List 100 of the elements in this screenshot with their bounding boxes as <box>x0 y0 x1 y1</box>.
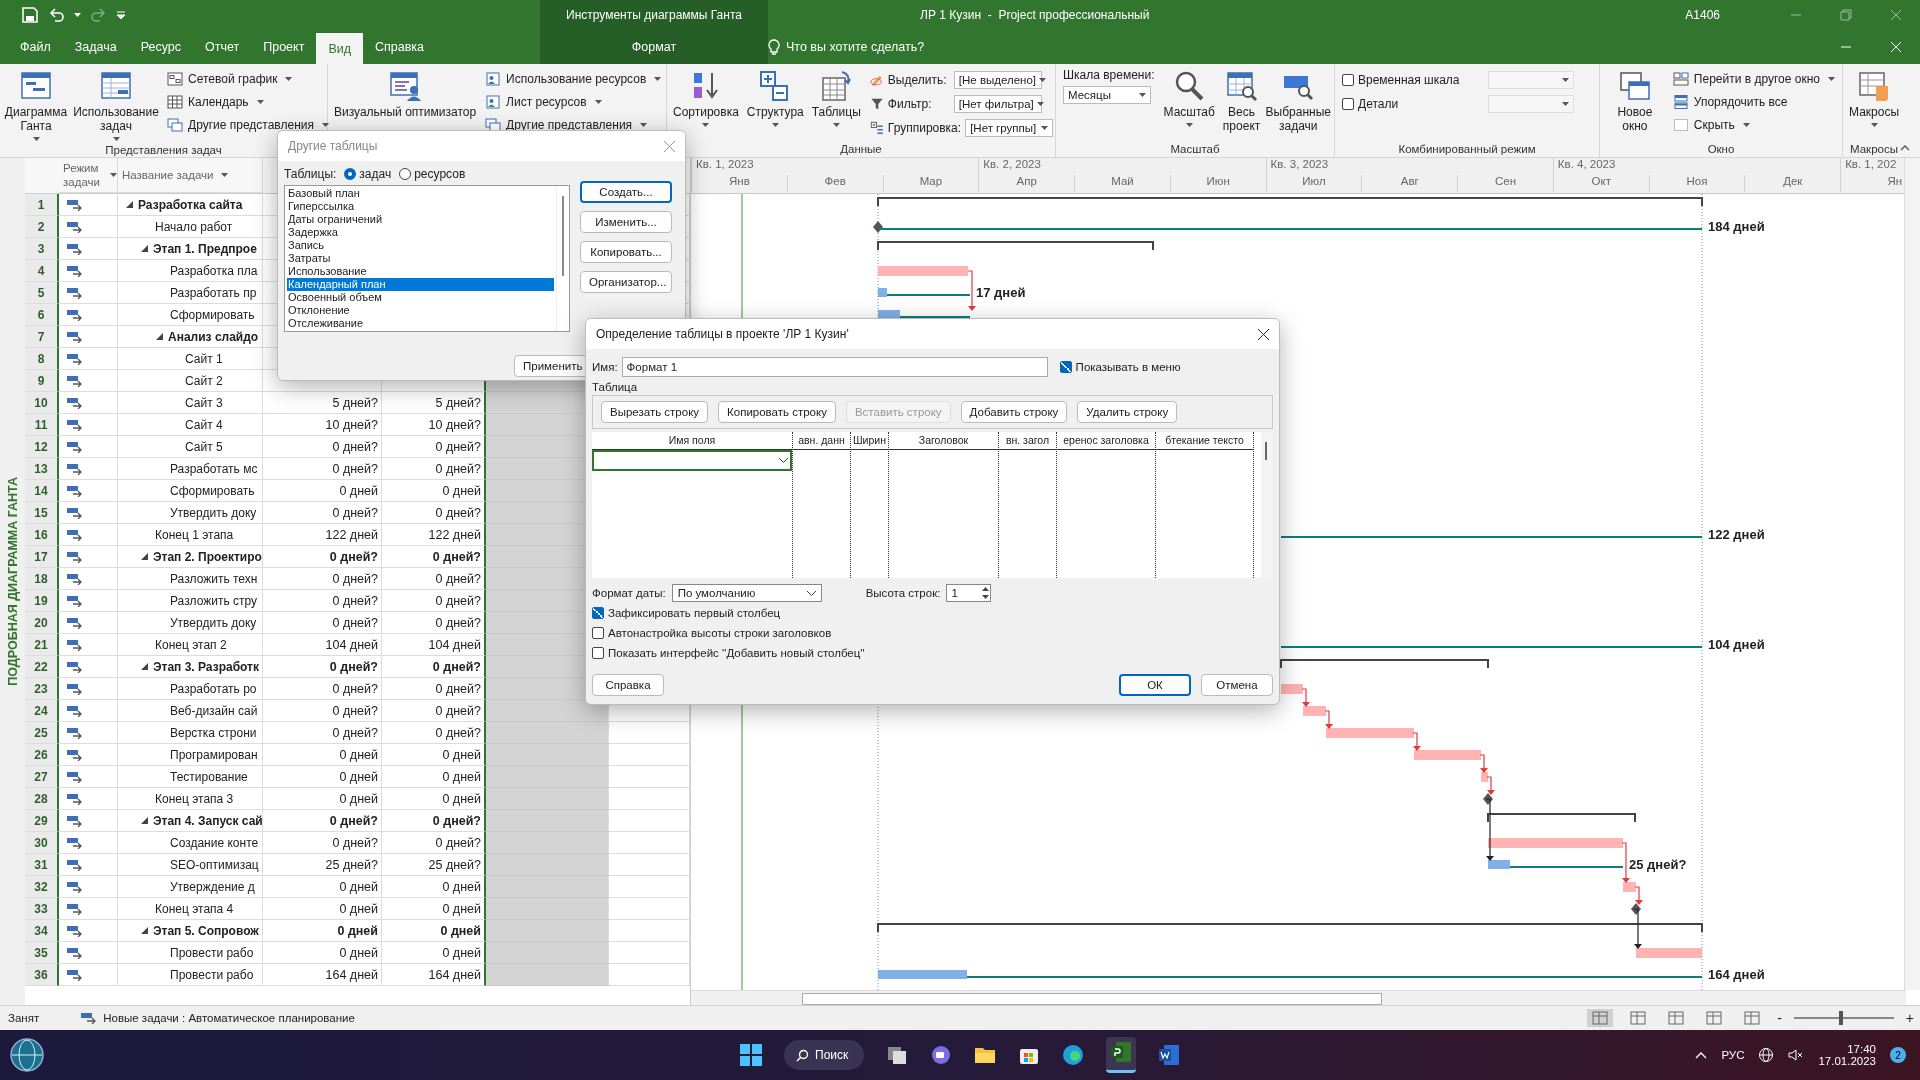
checkbox[interactable] <box>592 606 604 619</box>
tell-me-search[interactable]: Что вы хотите сделать? <box>768 30 925 64</box>
notification-badge[interactable]: 2 <box>1890 1047 1906 1063</box>
chat-icon[interactable] <box>930 1044 952 1066</box>
row-number[interactable]: 27 <box>25 766 59 788</box>
dialog-button[interactable]: Создать... <box>580 181 672 203</box>
ribbon-button[interactable]: Лист ресурсов <box>485 91 662 113</box>
ribbon-button[interactable]: Использование задач <box>71 68 161 143</box>
list-item[interactable]: Использование <box>287 265 554 278</box>
list-item[interactable]: Календарный план <box>287 278 554 291</box>
dialog-button[interactable]: Копировать... <box>580 241 672 263</box>
row-number[interactable]: 35 <box>25 942 59 964</box>
ribbon-button[interactable]: Новое окно <box>1603 68 1667 135</box>
row-number[interactable]: 15 <box>25 502 59 524</box>
row-number[interactable]: 14 <box>25 480 59 502</box>
task-view-icon[interactable] <box>886 1044 908 1066</box>
speaker-muted-icon[interactable] <box>1788 1047 1805 1063</box>
row-number[interactable]: 36 <box>25 964 59 986</box>
radio-button[interactable] <box>399 168 412 180</box>
ribbon-tab[interactable]: Проект <box>251 30 317 64</box>
project-app-icon[interactable] <box>1110 1041 1132 1063</box>
ribbon-button[interactable]: Выбранные задачи <box>1265 68 1332 135</box>
language-indicator[interactable]: РУС <box>1721 1049 1745 1061</box>
ribbon-button[interactable]: Упорядочить все <box>1672 91 1835 113</box>
dropdown[interactable]: [Нет фильтра] <box>953 94 1042 113</box>
collapse-triangle-icon[interactable] <box>141 927 148 934</box>
ribbon-tab[interactable]: Файл <box>8 30 63 64</box>
row-number[interactable]: 21 <box>25 634 59 656</box>
ribbon-button[interactable]: Скрыть <box>1672 114 1835 136</box>
collapse-ribbon-icon[interactable] <box>1900 145 1910 151</box>
ribbon-tab[interactable]: Ресурс <box>128 30 193 64</box>
ribbon-tab[interactable]: Справка <box>363 30 437 64</box>
ribbon-button[interactable]: Использование ресурсов <box>485 68 662 90</box>
row-number[interactable]: 26 <box>25 744 59 766</box>
row-number[interactable]: 13 <box>25 458 59 480</box>
ribbon-tab[interactable]: Отчет <box>193 30 252 64</box>
view-icon[interactable] <box>1587 1009 1614 1027</box>
clock-date[interactable]: 17.01.2023 <box>1818 1055 1876 1067</box>
name-field[interactable]: Формат 1 <box>621 357 1048 377</box>
close-icon[interactable] <box>1258 328 1269 340</box>
globe-icon[interactable] <box>10 1038 44 1072</box>
row-number[interactable]: 34 <box>25 920 59 942</box>
dialog-button[interactable]: Изменить... <box>580 211 672 233</box>
zoom-out-button[interactable]: - <box>1777 1010 1782 1026</box>
checkbox[interactable] <box>592 626 604 639</box>
ribbon-button[interactable]: Сортировка <box>670 68 742 129</box>
row-number[interactable]: 4 <box>25 260 59 282</box>
collapse-triangle-icon[interactable] <box>141 553 148 560</box>
ribbon-button[interactable]: Макросы <box>1846 68 1903 129</box>
row-number[interactable]: 7 <box>25 326 59 348</box>
checkbox[interactable] <box>1342 73 1354 86</box>
row-number[interactable]: 16 <box>25 524 59 546</box>
row-number[interactable]: 20 <box>25 612 59 634</box>
checkbox[interactable] <box>1059 361 1072 373</box>
collapse-triangle-icon[interactable] <box>141 663 148 670</box>
dialog-button[interactable]: Организатор... <box>580 271 672 293</box>
list-item[interactable]: Отклонение <box>287 304 554 317</box>
row-number[interactable]: 6 <box>25 304 59 326</box>
column-header[interactable]: бтекание тексто <box>1156 432 1253 450</box>
row-number[interactable]: 9 <box>25 370 59 392</box>
zoom-in-button[interactable]: + <box>1905 1010 1914 1026</box>
ribbon-button[interactable]: Другие представления <box>167 114 329 136</box>
word-app-icon[interactable] <box>1158 1044 1180 1066</box>
row-number[interactable]: 3 <box>25 238 59 260</box>
row-number[interactable]: 10 <box>25 392 59 414</box>
row-number[interactable]: 25 <box>25 722 59 744</box>
row-number[interactable]: 2 <box>25 216 59 238</box>
collapse-triangle-icon[interactable] <box>141 817 148 824</box>
customize-icon[interactable] <box>117 11 125 19</box>
row-number[interactable]: 19 <box>25 590 59 612</box>
row-number[interactable]: 30 <box>25 832 59 854</box>
dialog-button[interactable]: Справка <box>592 674 664 696</box>
column-header[interactable]: Режим задачи <box>59 158 118 193</box>
list-item[interactable]: Отслеживание <box>287 317 554 330</box>
dialog-button[interactable]: Отмена <box>1201 674 1273 696</box>
row-number[interactable]: 24 <box>25 700 59 722</box>
dialog-button[interactable]: Копировать строку <box>718 401 836 423</box>
save-icon[interactable] <box>22 7 38 23</box>
row-number[interactable]: 11 <box>25 414 59 436</box>
collapse-triangle-icon[interactable] <box>126 201 133 208</box>
row-number[interactable]: 18 <box>25 568 59 590</box>
checkbox[interactable] <box>592 646 604 659</box>
collapse-triangle-icon[interactable] <box>156 333 163 340</box>
list-item[interactable]: Задержка <box>287 226 554 239</box>
scrollbar[interactable] <box>1904 158 1920 990</box>
row-number[interactable]: 28 <box>25 788 59 810</box>
caret-icon[interactable] <box>74 13 81 17</box>
list-item[interactable]: Освоенный объем <box>287 291 554 304</box>
ribbon-button[interactable]: Диаграмма Ганта <box>3 68 69 143</box>
dialog-button[interactable]: Добавить строку <box>960 401 1068 423</box>
ribbon-button[interactable]: Структура <box>743 68 807 129</box>
ribbon-button[interactable]: Календарь <box>167 91 329 113</box>
row-number[interactable]: 33 <box>25 898 59 920</box>
ribbon-button[interactable]: Визуальный оптимизатор <box>331 68 480 121</box>
dropdown[interactable]: Месяцы <box>1063 86 1151 104</box>
status-text[interactable]: Новые задачи : Автоматическое планирование <box>103 1012 355 1024</box>
row-number[interactable]: 23 <box>25 678 59 700</box>
field-dropdown[interactable] <box>592 450 792 471</box>
date-format-dropdown[interactable]: По умолчанию <box>671 584 822 602</box>
list-item[interactable]: Гиперссылка <box>287 200 554 213</box>
